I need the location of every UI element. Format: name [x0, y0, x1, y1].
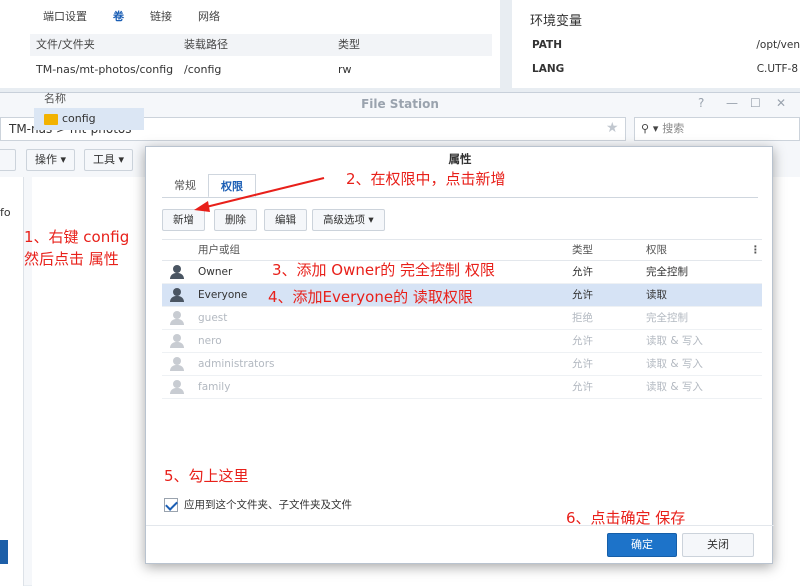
volume-mount: /config — [184, 63, 222, 76]
tab-network[interactable]: 网络 — [185, 4, 233, 30]
tools-button[interactable]: 工具 ▾ — [84, 149, 134, 171]
user-name: administrators — [198, 357, 275, 370]
user-name: Owner — [198, 265, 233, 278]
permission-level: 读取 & 写入 — [646, 358, 703, 370]
table-row[interactable]: family 允许 读取 & 写入 — [162, 376, 762, 399]
user-name: guest — [198, 311, 228, 324]
user-icon — [170, 311, 184, 325]
env-value: /opt/ven — [756, 39, 800, 51]
col-permission[interactable]: 权限 — [646, 240, 750, 260]
user-name: nero — [198, 334, 222, 347]
annotation-step3: 3、添加 Owner的 完全控制 权限 — [272, 261, 495, 279]
table-row[interactable]: guest 拒绝 完全控制 — [162, 307, 762, 330]
annotation-step1a: 1、右键 config — [24, 228, 130, 246]
env-key: LANG — [532, 63, 565, 75]
apply-label: 应用到这个文件夹、子文件夹及文件 — [184, 499, 352, 511]
permission-level: 读取 & 写入 — [646, 335, 703, 347]
search-icon: ⚲ ▾ — [641, 122, 663, 135]
maximize-icon[interactable]: ☐ — [750, 96, 761, 110]
volume-file: TM-nas/mt-photos/config — [36, 63, 174, 76]
toolbar-prev-button[interactable] — [0, 149, 16, 171]
col-type: 类型 — [338, 38, 360, 51]
user-name: family — [198, 380, 231, 393]
permission-level: 完全控制 — [646, 312, 688, 324]
column-name[interactable]: 名称 — [44, 90, 66, 106]
volume-tabs: 端口设置 卷 链接 网络 — [30, 4, 233, 30]
close-button[interactable]: 关闭 — [682, 533, 754, 557]
side-accent — [0, 540, 8, 564]
user-icon — [170, 380, 184, 394]
annotation-step1b: 然后点击 属性 — [24, 250, 119, 268]
tab-volume[interactable]: 卷 — [100, 4, 137, 30]
annotation-step2: 2、在权限中，点击新增 — [346, 170, 506, 188]
apply-checkbox[interactable] — [164, 497, 178, 512]
env-key: PATH — [532, 39, 562, 51]
side-pane — [0, 177, 24, 586]
user-name: Everyone — [198, 288, 248, 301]
volume-type: rw — [338, 63, 352, 76]
search-input[interactable]: ⚲ ▾ 搜索 — [634, 117, 800, 141]
permission-type: 允许 — [572, 289, 593, 301]
search-placeholder: 搜索 — [662, 122, 685, 135]
ok-button[interactable]: 确定 — [607, 533, 677, 557]
tab-links[interactable]: 链接 — [137, 4, 185, 30]
action-button[interactable]: 操作 ▾ — [26, 149, 76, 171]
permission-type: 允许 — [572, 381, 593, 393]
permission-type: 允许 — [572, 266, 593, 278]
env-row-path: PATH /opt/ven — [512, 34, 800, 56]
folder-name: config — [62, 112, 96, 125]
permission-level: 完全控制 — [646, 266, 688, 278]
permission-type: 允许 — [572, 335, 593, 347]
permission-level: 读取 — [646, 289, 667, 301]
apply-option[interactable]: 应用到这个文件夹、子文件夹及文件 — [164, 497, 352, 512]
permission-type: 允许 — [572, 358, 593, 370]
left-fragment: fo — [0, 206, 11, 219]
user-icon — [170, 288, 184, 302]
minimize-icon[interactable]: — — [726, 96, 738, 110]
annotation-step5: 5、勾上这里 — [164, 467, 249, 485]
table-row[interactable]: administrators 允许 读取 & 写入 — [162, 353, 762, 376]
star-icon[interactable]: ★ — [606, 120, 619, 136]
col-type[interactable]: 类型 — [572, 240, 646, 260]
permission-level: 读取 & 写入 — [646, 381, 703, 393]
user-icon — [170, 357, 184, 371]
column-menu-icon[interactable]: ⋮ — [750, 240, 762, 260]
folder-icon — [44, 114, 58, 125]
env-title: 环境变量 — [530, 14, 583, 29]
annotation-arrow — [194, 177, 325, 212]
help-icon[interactable]: ? — [698, 96, 704, 110]
table-row[interactable]: TM-nas/mt-photos/config /config rw — [30, 58, 492, 82]
col-file: 文件/文件夹 — [36, 38, 95, 51]
annotation-step6: 6、点击确定 保存 — [566, 509, 686, 527]
col-user[interactable]: 用户或组 — [162, 240, 572, 260]
annotation-step4: 4、添加Everyone的 读取权限 — [268, 288, 473, 306]
volume-table-header: 文件/文件夹 装载路径 类型 — [30, 34, 492, 56]
env-value: C.UTF-8 — [756, 63, 798, 75]
tab-port-settings[interactable]: 端口设置 — [30, 4, 100, 30]
table-row[interactable]: nero 允许 读取 & 写入 — [162, 330, 762, 353]
permission-type: 拒绝 — [572, 312, 593, 324]
env-row-lang: LANG C.UTF-8 — [512, 58, 800, 80]
dialog-title: 属性 — [448, 152, 472, 166]
col-mount: 装载路径 — [184, 38, 228, 51]
user-icon — [170, 334, 184, 348]
user-icon — [170, 265, 184, 279]
permissions-header: 用户或组 类型 权限 ⋮ — [162, 239, 762, 261]
close-icon[interactable]: ✕ — [776, 96, 786, 110]
